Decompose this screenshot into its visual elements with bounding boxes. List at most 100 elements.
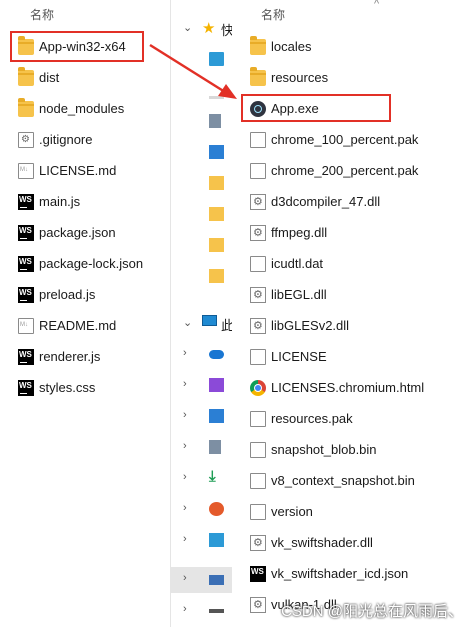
file-row-icudtl-dat[interactable]: icudtl.dat xyxy=(250,252,323,276)
name-column-header[interactable]: 名称 xyxy=(261,6,285,23)
webstorm-icon xyxy=(18,287,34,303)
file-name: LICENSE.md xyxy=(39,163,117,178)
nav-pictures[interactable]: › xyxy=(171,404,233,428)
nav-pinned-folder-4[interactable] xyxy=(171,264,233,288)
webstorm-icon xyxy=(18,194,34,210)
file-name: App.exe xyxy=(271,101,319,116)
file-row-main-js[interactable]: main.js xyxy=(18,190,80,214)
file-row-license-md[interactable]: LICENSE.md xyxy=(18,159,116,183)
file-name: LICENSE xyxy=(271,349,327,364)
file-row-chrome-200-percent-pak[interactable]: chrome_200_percent.pak xyxy=(250,159,418,183)
file-row-license[interactable]: LICENSE xyxy=(250,345,327,369)
webstorm-icon xyxy=(250,566,266,582)
nav-videos[interactable]: › xyxy=(171,373,233,397)
file-row-v8-context-snapshot-bin[interactable]: v8_context_snapshot.bin xyxy=(250,469,415,493)
file-row-snapshot-blob-bin[interactable]: snapshot_blob.bin xyxy=(250,438,377,462)
file-row-version[interactable]: version xyxy=(250,500,313,524)
file-row-locales[interactable]: locales xyxy=(250,35,311,59)
download-icon xyxy=(209,96,224,99)
file-name: package-lock.json xyxy=(39,256,144,271)
file-icon xyxy=(250,132,266,148)
drive-icon xyxy=(209,575,224,585)
file-row-gitignore[interactable]: .gitignore xyxy=(18,128,92,152)
dll-gear-icon xyxy=(250,535,266,551)
file-row-styles-css[interactable]: styles.css xyxy=(18,376,95,400)
file-row-vk-swiftshader-icd-json[interactable]: vk_swiftshader_icd.json xyxy=(250,562,408,586)
file-icon xyxy=(250,349,266,365)
chevron-right-icon[interactable]: › xyxy=(183,347,187,359)
folder-icon xyxy=(209,269,224,283)
right-file-list: ^ 名称 locales resources App.exe chrome_10… xyxy=(232,0,467,627)
nav-desktop[interactable]: › xyxy=(171,528,233,552)
nav-local-disk-d[interactable]: › xyxy=(171,598,233,622)
nav-pinned-documents[interactable] xyxy=(171,109,233,133)
dll-gear-icon xyxy=(250,225,266,241)
file-icon xyxy=(250,473,266,489)
webstorm-icon xyxy=(18,380,34,396)
file-row-licenses-chromium-html[interactable]: LICENSES.chromium.html xyxy=(250,376,424,400)
file-row-preload-js[interactable]: preload.js xyxy=(18,283,95,307)
file-row-libglesv2-dll[interactable]: libGLESv2.dll xyxy=(250,314,349,338)
nav-pinned-folder-1[interactable] xyxy=(171,171,233,195)
nav-onedrive[interactable]: › xyxy=(171,342,233,366)
music-icon xyxy=(209,502,224,516)
file-icon xyxy=(250,256,266,272)
nav-pinned-downloads[interactable] xyxy=(171,78,233,102)
file-row-package-lock-json[interactable]: package-lock.json xyxy=(18,252,143,276)
file-row-app-exe[interactable]: App.exe xyxy=(250,97,319,121)
file-icon xyxy=(250,411,266,427)
nav-quick-access[interactable]: ⌄ ★ 快 xyxy=(171,16,234,40)
webstorm-icon xyxy=(18,225,34,241)
chevron-right-icon[interactable]: › xyxy=(183,502,187,514)
file-name: libGLESv2.dll xyxy=(271,318,350,333)
nav-local-disk-c[interactable]: › xyxy=(171,567,233,593)
documents-icon xyxy=(209,440,221,454)
file-row-libegl-dll[interactable]: libEGL.dll xyxy=(250,283,327,307)
file-row-node-modules[interactable]: node_modules xyxy=(18,97,124,121)
nav-downloads[interactable]: › ⤓ xyxy=(171,466,233,490)
pictures-icon xyxy=(209,409,224,423)
download-icon: ⤓ xyxy=(209,468,216,485)
chevron-right-icon[interactable]: › xyxy=(183,378,187,390)
file-row-resources[interactable]: resources xyxy=(250,66,328,90)
file-name: libEGL.dll xyxy=(271,287,327,302)
file-name: App-win32-x64 xyxy=(39,39,126,54)
file-row-ffmpeg-dll[interactable]: ffmpeg.dll xyxy=(250,221,327,245)
chevron-right-icon[interactable]: › xyxy=(183,603,187,615)
file-row-dist[interactable]: dist xyxy=(18,66,59,90)
markdown-file-icon xyxy=(18,318,34,334)
webstorm-icon xyxy=(18,256,34,272)
nav-this-pc[interactable]: ⌄ 此 xyxy=(171,311,234,335)
nav-documents[interactable]: › xyxy=(171,435,233,459)
folder-icon xyxy=(209,176,224,190)
chevron-down-icon[interactable]: ⌄ xyxy=(183,21,192,34)
file-row-renderer-js[interactable]: renderer.js xyxy=(18,345,100,369)
monitor-icon xyxy=(202,315,217,326)
file-row-d3dcompiler-47-dll[interactable]: d3dcompiler_47.dll xyxy=(250,190,380,214)
chevron-right-icon[interactable]: › xyxy=(183,572,187,584)
left-file-list: 名称 App-win32-x64 dist node_modules .giti… xyxy=(0,0,166,627)
nav-pinned-folder-2[interactable] xyxy=(171,202,233,226)
nav-pinned-desktop[interactable] xyxy=(171,47,233,71)
nav-pinned-folder-3[interactable] xyxy=(171,233,233,257)
file-row-app-win32-x64[interactable]: App-win32-x64 xyxy=(18,35,126,59)
file-row-chrome-100-percent-pak[interactable]: chrome_100_percent.pak xyxy=(250,128,418,152)
file-row-vk-swiftshader-dll[interactable]: vk_swiftshader.dll xyxy=(250,531,373,555)
chrome-icon xyxy=(250,380,266,396)
chevron-right-icon[interactable]: › xyxy=(183,409,187,421)
file-name: preload.js xyxy=(39,287,96,302)
file-row-readme-md[interactable]: README.md xyxy=(18,314,116,338)
file-name: main.js xyxy=(39,194,81,209)
chevron-right-icon[interactable]: › xyxy=(183,533,187,545)
chevron-right-icon[interactable]: › xyxy=(183,471,187,483)
chevron-down-icon[interactable]: ⌄ xyxy=(183,316,192,329)
chevron-right-icon[interactable]: › xyxy=(183,440,187,452)
file-row-resources-pak[interactable]: resources.pak xyxy=(250,407,353,431)
name-column-header[interactable]: 名称 xyxy=(30,6,54,23)
nav-pinned-pictures[interactable] xyxy=(171,140,233,164)
file-row-package-json[interactable]: package.json xyxy=(18,221,116,245)
dll-gear-icon xyxy=(250,597,266,613)
file-name: package.json xyxy=(39,225,116,240)
nav-music[interactable]: › xyxy=(171,497,233,521)
video-icon xyxy=(209,378,224,392)
